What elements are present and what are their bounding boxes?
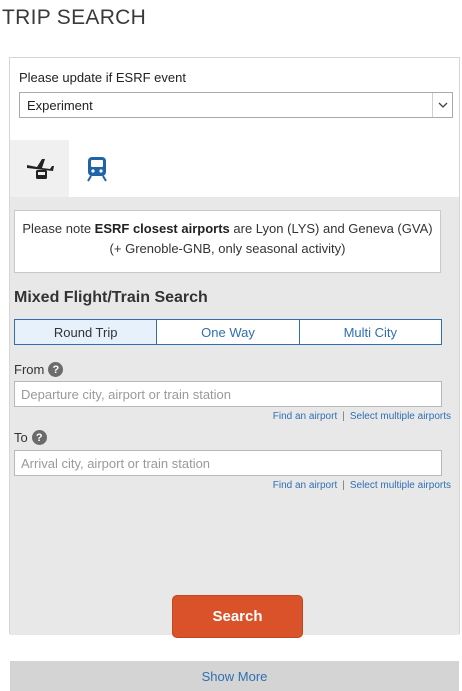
train-icon — [86, 156, 107, 182]
chevron-down-icon[interactable] — [432, 93, 452, 117]
help-icon[interactable]: ? — [48, 362, 64, 377]
trip-search-card: Please update if ESRF event Experiment P… — [9, 57, 460, 691]
select-multiple-link[interactable]: Select multiple airports — [350, 411, 451, 422]
notice-text: Please note — [22, 221, 95, 236]
section-heading: Mixed Flight/Train Search — [14, 289, 208, 306]
find-airport-link[interactable]: Find an airport — [273, 480, 337, 491]
search-panel: Please note ESRF closest airports are Ly… — [10, 197, 459, 691]
notice-bold: ESRF closest airports — [94, 221, 230, 236]
to-input[interactable] — [14, 450, 442, 476]
link-separator: | — [342, 480, 345, 491]
trip-type-one-way[interactable]: One Way — [156, 320, 298, 344]
event-label: Please update if ESRF event — [19, 70, 186, 85]
find-airport-link[interactable]: Find an airport — [273, 411, 337, 422]
page-title: TRIP SEARCH — [2, 6, 147, 29]
from-input[interactable] — [14, 381, 442, 407]
trip-type-toggle: Round Trip One Way Multi City — [14, 319, 442, 345]
plane-train-icon — [26, 158, 54, 179]
to-links: Find an airport | Select multiple airports — [273, 480, 451, 491]
event-select[interactable]: Experiment — [19, 92, 453, 118]
search-button[interactable]: Search — [172, 595, 303, 638]
help-icon[interactable]: ? — [31, 430, 47, 445]
event-select-value: Experiment — [27, 98, 93, 113]
to-label: To ? — [14, 430, 47, 445]
select-multiple-link[interactable]: Select multiple airports — [350, 480, 451, 491]
tab-train[interactable] — [69, 140, 124, 197]
link-separator: | — [342, 411, 345, 422]
from-label: From ? — [14, 362, 64, 377]
from-links: Find an airport | Select multiple airports — [273, 411, 451, 422]
trip-type-round-trip[interactable]: Round Trip — [15, 320, 157, 344]
to-label-text: To — [14, 430, 28, 445]
tab-flight-train[interactable] — [10, 140, 69, 197]
trip-type-multi-city[interactable]: Multi City — [298, 320, 441, 344]
airport-notice: Please note ESRF closest airports are Ly… — [14, 210, 441, 273]
from-label-text: From — [14, 362, 45, 377]
show-more-button[interactable]: Show More — [10, 661, 459, 691]
mode-tabs — [10, 140, 459, 197]
